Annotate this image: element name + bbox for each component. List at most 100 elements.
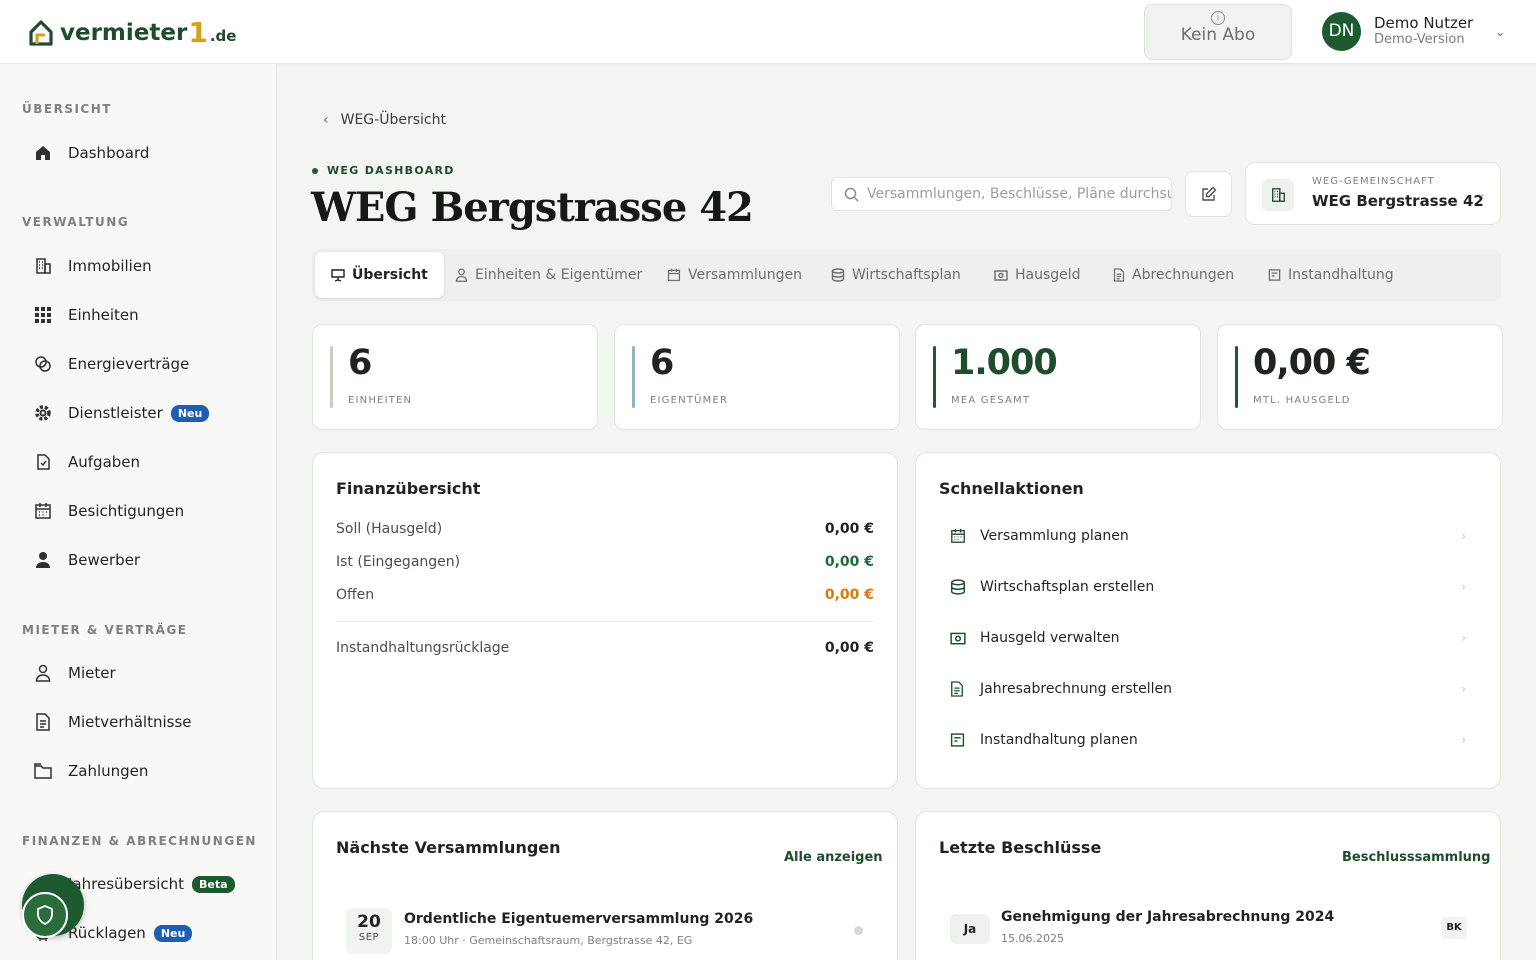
stat-value: 1.000 [951,343,1058,383]
meeting-month: SEP [358,932,380,943]
logo[interactable]: vermieter 1 .de [28,16,236,49]
weg-selector[interactable]: WEG-GEMEINSCHAFT WEG Bergstrasse 42 ⌄ [1245,162,1501,225]
finance-row-label: Soll (Hausgeld) [336,521,443,537]
quick-action-versammlung[interactable]: Versammlung planen › [950,528,1466,544]
tab-einheiten-eigentuemer[interactable]: Einheiten & Eigentümer [439,252,658,298]
energy-icon [32,353,54,375]
document-icon [1113,268,1125,282]
sidebar-item-mietverhaeltnisse[interactable]: Mietverhältnisse [32,711,192,733]
tab-label: Einheiten & Eigentümer [475,267,643,283]
tab-abrechnungen[interactable]: Abrechnungen [1097,252,1250,298]
sidebar-item-immobilien[interactable]: Immobilien [32,255,152,277]
finance-row-soll: Soll (Hausgeld) 0,00 € [336,521,874,537]
sidebar-item-label: Jahresübersicht [68,875,185,893]
finance-row-value: 0,00 € [824,521,874,537]
finance-row-label: Instandhaltungsrücklage [336,640,510,656]
finance-row-ruecklage: Instandhaltungsrücklage 0,00 € [336,640,874,656]
chevron-right-icon: › [1461,682,1466,696]
quick-action-jahresabrechnung[interactable]: Jahresabrechnung erstellen › [950,681,1466,697]
tab-wirtschaftsplan[interactable]: Wirtschaftsplan [815,252,977,298]
decision-collection-link[interactable]: Beschlusssammlung [1342,850,1490,865]
grid-icon [32,304,54,326]
tab-label: Wirtschaftsplan [852,267,961,283]
tab-bar: Übersicht Einheiten & Eigentümer Versamm… [312,249,1501,301]
avatar: DN [1322,12,1361,51]
meeting-title[interactable]: Ordentliche Eigentuemerversammlung 2026 [404,911,753,927]
subscription-label: Kein Abo [1180,25,1256,45]
sidebar-item-mieter[interactable]: Mieter [32,662,116,684]
meetings-card-title: Nächste Versammlungen [336,838,561,857]
quick-actions-title: Schnellaktionen [939,479,1084,498]
tab-uebersicht[interactable]: Übersicht [315,252,444,298]
breadcrumb-label: WEG-Übersicht [340,112,446,128]
stat-accent-bar [632,346,635,408]
database-icon [950,579,970,595]
sidebar-item-label: Aufgaben [68,453,141,471]
beta-badge: Beta [192,875,235,893]
sidebar-section-mieter: MIETER & VERTRÄGE [22,623,188,637]
finance-row-value: 0,00 € [824,554,874,570]
task-icon [32,451,54,473]
sidebar-item-zahlungen[interactable]: Zahlungen [32,760,148,782]
database-icon [831,268,845,282]
stat-label: MTL. HAUSGELD [1253,395,1351,406]
sidebar-section-finanzen: FINANZEN & ABRECHNUNGEN [22,834,257,848]
tab-instandhaltung[interactable]: Instandhaltung [1252,252,1410,298]
subscription-button[interactable]: i Kein Abo [1144,4,1292,60]
sidebar-item-einheiten[interactable]: Einheiten [32,304,139,326]
page-title: WEG Bergstrasse 42 [311,184,754,231]
tab-label: Abrechnungen [1132,267,1235,283]
sidebar-item-label: Zahlungen [68,762,149,780]
stat-value: 0,00 € [1253,343,1371,383]
stat-card-hausgeld: 0,00 € MTL. HAUSGELD [1217,324,1503,430]
stat-value: 6 [650,343,674,383]
sidebar-item-label: Dashboard [68,144,150,162]
sidebar-item-energievertraege[interactable]: Energieverträge [32,353,189,375]
quick-action-label: Versammlung planen [980,528,1129,544]
search-input[interactable] [867,186,1171,202]
quick-action-label: Jahresabrechnung erstellen [980,681,1173,697]
chevron-right-icon: › [1461,631,1466,645]
quick-action-hausgeld[interactable]: Hausgeld verwalten › [950,630,1466,646]
decision-title[interactable]: Genehmigung der Jahresabrechnung 2024 [1001,909,1334,925]
maintenance-icon [1268,268,1281,282]
sidebar-item-aufgaben[interactable]: Aufgaben [32,451,140,473]
top-bar: vermieter 1 .de i Kein Abo DN Demo Nutzer … [0,0,1536,64]
stat-accent-bar [1235,346,1238,408]
tab-label: Versammlungen [688,267,803,283]
show-all-link[interactable]: Alle anzeigen [784,850,883,865]
stat-accent-bar [933,346,936,408]
sidebar-item-besichtigungen[interactable]: Besichtigungen [32,500,184,522]
sidebar-section-uebersicht: ÜBERSICHT [22,102,112,116]
tab-versammlungen[interactable]: Versammlungen [651,252,818,298]
chevron-right-icon: › [1461,529,1466,543]
calendar-icon [32,500,54,522]
sidebar-item-dashboard[interactable]: Dashboard [32,142,149,164]
edit-button[interactable] [1185,171,1232,217]
sidebar-item-bewerber[interactable]: Bewerber [32,549,140,571]
sidebar-item-label: Besichtigungen [68,502,185,520]
tab-hausgeld[interactable]: Hausgeld [978,252,1097,298]
quick-action-instandhaltung[interactable]: Instandhaltung planen › [950,732,1466,748]
meeting-date: 20 SEP [346,908,392,954]
sidebar-item-label: Dienstleister [68,404,163,422]
shield-icon [37,905,53,925]
finance-card-title: Finanzübersicht [336,479,481,498]
sidebar-item-dienstleister[interactable]: Dienstleister Neu [32,402,210,424]
info-icon: i [1211,11,1225,25]
decisions-card: Letzte Beschlüsse Beschlusssammlung Ja G… [915,811,1501,960]
privacy-shield-button[interactable] [22,892,68,938]
stat-label: MEA GESAMT [951,395,1031,406]
quick-action-label: Instandhaltung planen [980,732,1138,748]
user-menu[interactable]: DN Demo Nutzer Demo-Version ⌄ [1322,12,1505,51]
money-icon [994,268,1008,282]
quick-actions-card: Schnellaktionen Versammlung planen › Wir… [915,452,1501,789]
tab-label: Hausgeld [1015,267,1081,283]
quick-action-wirtschaftsplan[interactable]: Wirtschaftsplan erstellen › [950,579,1466,595]
stat-label: EIGENTÜMER [650,395,729,406]
finance-row-label: Offen [336,587,375,603]
chevron-down-icon: ⌄ [1495,24,1506,39]
search-icon [844,187,859,202]
breadcrumb[interactable]: ‹ WEG-Übersicht [323,112,446,128]
meeting-details: 18:00 Uhr · Gemeinschaftsraum, Bergstras… [404,934,693,947]
